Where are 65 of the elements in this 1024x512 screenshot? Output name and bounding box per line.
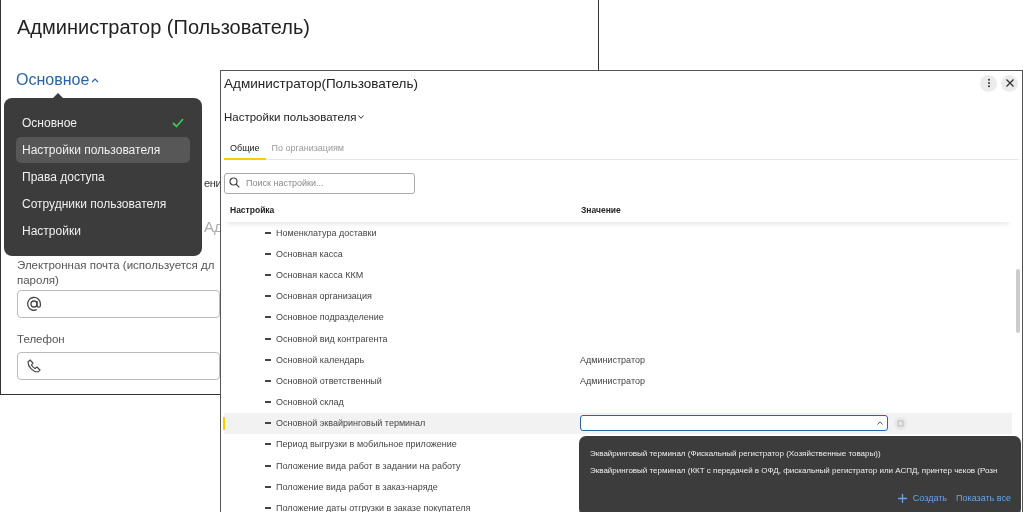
field-label: Телефон [17,332,65,347]
chevron-icon [358,115,365,119]
show-all-link[interactable]: Показать все [956,493,1011,503]
value-field[interactable] [580,415,888,432]
table-cell: Основная касса ККМ [276,269,364,280]
dash-icon [265,316,271,319]
close-button[interactable] [1001,74,1018,92]
table-cell: Основная организация [276,291,372,302]
dash-icon [265,231,271,234]
dash-icon [265,464,271,467]
menu-item[interactable]: Права доступа [16,164,190,190]
tab[interactable]: Общие [224,143,266,160]
table-cell: Основной склад [276,397,344,408]
plus-icon [897,493,907,503]
dash-icon [265,379,271,382]
phone-field[interactable] [17,352,220,380]
column-header: Значение [581,205,621,215]
selected-row[interactable]: Основной эквайринговый терминал [224,412,1012,434]
search-field[interactable]: Поиск настройки... [224,172,415,194]
popup-option[interactable]: Эквайринговый терминал (Фискальный регистратор (Хозяйственные товары)) [590,445,1011,462]
dash-icon [265,401,271,404]
menu-item[interactable]: Основное [16,110,190,136]
dash-icon [265,337,271,340]
popup-option[interactable]: Эквайринговый терминал (ККТ с передачей в ОФД, фискальный регистратор или АСПД, принтер чеков (Розн [590,462,1011,479]
dash-icon [265,507,271,510]
table-cell: Основное подразделение [276,312,384,323]
field-label: Электронная почта (используется дл пароля) [17,258,215,288]
create-button[interactable]: Создать [897,493,948,503]
table-cell: Основной календарь [276,354,365,365]
phone-icon [26,358,42,374]
dash-icon [265,443,271,446]
check-icon [172,118,184,128]
window-title: Администратор (Пользователь) [17,16,310,39]
menu-item[interactable]: Настройки пользователя [16,137,190,163]
dash-icon [265,252,271,255]
dash-icon [265,485,271,488]
table-cell: Положение даты отгрузки в заказе покупателя [276,503,471,512]
menu-item[interactable]: Настройки [16,218,190,244]
table-cell: Положение вида работ в задании на работу [276,460,461,471]
table-cell: Основной эквайринговый терминал [276,418,426,429]
close-icon [1004,78,1015,88]
table-cell: Администратор [580,354,645,365]
section-toggle[interactable]: Основное [16,71,100,89]
table-cell: Администратор [580,375,645,386]
column-header: Настройка [229,205,276,215]
menu-item[interactable]: Сотрудники пользователя [16,191,190,217]
window-title: Администратор(Пользователь) [224,75,418,91]
dash-icon [265,358,271,361]
section-dropdown[interactable]: Настройки пользователя [224,111,365,123]
caret-icon [877,421,883,426]
at-sign-icon [26,296,42,312]
dash-icon [265,295,271,298]
dash-icon [265,422,271,425]
email-field[interactable] [17,290,220,318]
table-cell: Положение вида работ в заказ-наряде [276,481,438,492]
clear-button[interactable] [894,416,907,430]
table-cell: Номенклатура доставки [276,227,377,238]
table-cell: Основная касса [276,248,343,259]
table-cell: Основной вид контрагента [276,333,388,344]
dash-icon [265,273,271,276]
chevron-icon [91,77,100,83]
more-button[interactable] [980,74,997,92]
scrollbar[interactable] [1016,269,1020,333]
table-cell: Период выгрузки в мобильное приложение [276,439,457,450]
table-cell: Основной ответственный [276,375,382,386]
